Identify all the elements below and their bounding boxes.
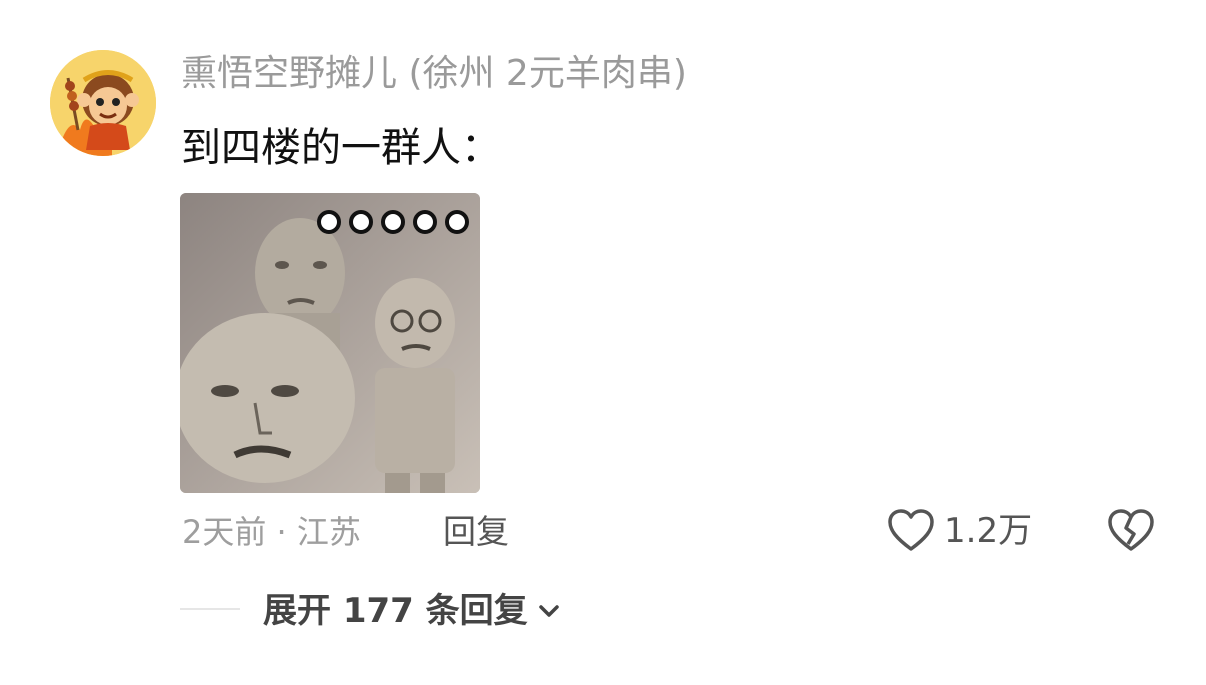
dot [413,210,437,234]
expand-replies-button[interactable]: 展开 177 条回复 [263,589,562,633]
comment-meta: 2天前 · 江苏 [182,513,361,551]
avatar[interactable] [50,50,156,156]
reply-button[interactable]: 回复 [443,510,509,554]
dot [317,210,341,234]
heart-outline-icon[interactable] [886,506,936,556]
more-dots-icon[interactable] [317,210,469,234]
broken-heart-icon[interactable] [1106,506,1156,556]
chevron-down-icon [538,605,559,617]
expand-label: 展开 177 条回复 [263,591,528,631]
dot [349,210,373,234]
like-count: 1.2万 [944,511,1033,551]
comment-image[interactable] [180,193,480,493]
dot [445,210,469,234]
divider [180,608,240,610]
comment-text: 到四楼的一群人： [181,125,501,171]
dot [381,210,405,234]
username[interactable]: 熏悟空野摊儿 (徐州 2元羊肉串) [181,50,687,98]
